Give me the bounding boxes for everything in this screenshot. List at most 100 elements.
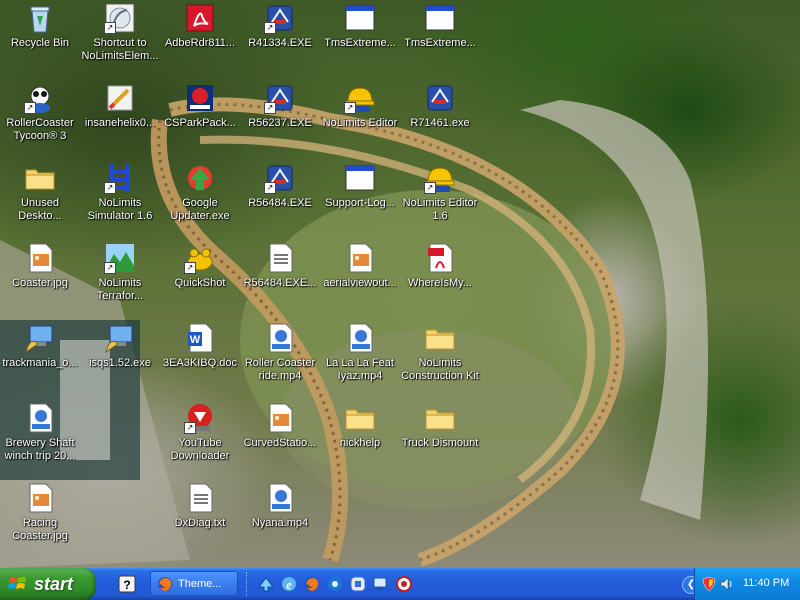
shortcut-window-icon: ↗ bbox=[104, 2, 136, 34]
desktop-icon[interactable]: DxDiag.txt bbox=[160, 480, 240, 558]
desktop-icon[interactable]: ↗ QuickShot bbox=[160, 240, 240, 318]
window-app-icon bbox=[344, 162, 376, 194]
taskbar-task-label: Theme... bbox=[178, 577, 222, 590]
exe-app-icon: ↗ bbox=[264, 2, 296, 34]
desktop-icon-label: CurvedStatio... bbox=[243, 437, 317, 449]
desktop-icon[interactable]: Roller Coaster ride.mp4 bbox=[240, 320, 320, 398]
desktop-icon[interactable]: ↗ NoLimits Simulator 1.6 bbox=[80, 160, 160, 238]
desktop-icon[interactable]: NoLimits Construction Kit bbox=[400, 320, 480, 398]
desktop-icon[interactable]: trackmania_o... bbox=[0, 320, 80, 398]
desktop-icon[interactable]: Unused Deskto... bbox=[0, 160, 80, 238]
desktop-icon[interactable]: ↗ NoLimits Editor bbox=[320, 80, 400, 158]
desktop-icon-label: R56237.EXE bbox=[248, 117, 312, 129]
desktop-icon-label: AdbeRdr811... bbox=[164, 37, 236, 49]
desktop-icon[interactable]: Truck Dismount bbox=[400, 400, 480, 478]
desktop-icon-label: DxDiag.txt bbox=[174, 517, 226, 529]
desktop-icon[interactable]: ↗ RollerCoaster Tycoon® 3 bbox=[0, 80, 80, 158]
desktop-icon-label: RollerCoaster Tycoon® 3 bbox=[6, 117, 74, 142]
desktop-icon-label: Recycle Bin bbox=[10, 37, 70, 49]
window-app-icon bbox=[424, 2, 456, 34]
desktop-icon[interactable]: W 3EA3KIBQ.doc bbox=[160, 320, 240, 398]
folder-icon bbox=[24, 162, 56, 194]
arrow-icon[interactable] bbox=[257, 575, 275, 593]
messenger-icon[interactable] bbox=[326, 575, 344, 593]
folder-icon bbox=[424, 322, 456, 354]
taskbar-divider bbox=[246, 572, 251, 596]
adobe-reader-icon bbox=[184, 2, 216, 34]
installer-box-icon bbox=[184, 82, 216, 114]
desktop-icon-label: Racing Coaster.jpg bbox=[12, 517, 68, 542]
desktop-icon-label: NoLimits Editor bbox=[322, 117, 398, 129]
shortcut-arrow-icon: ↗ bbox=[104, 182, 116, 194]
text-file-icon bbox=[184, 482, 216, 514]
mpc-video-icon bbox=[344, 322, 376, 354]
desktop-icon-label: Nyana.mp4 bbox=[251, 517, 309, 529]
desktop-icon[interactable]: Google Updater.exe bbox=[160, 160, 240, 238]
shortcut-arrow-icon: ↗ bbox=[184, 262, 196, 274]
hardhat-editor-icon: ↗ bbox=[424, 162, 456, 194]
shortcut-arrow-icon: ↗ bbox=[344, 102, 356, 114]
desktop-icon[interactable]: TmsExtreme... bbox=[400, 0, 480, 78]
desktop-icon[interactable]: ↗ Shortcut to NoLimitsElem... bbox=[80, 0, 160, 78]
desktop-icon[interactable]: Recycle Bin bbox=[0, 0, 80, 78]
window-app-icon bbox=[344, 2, 376, 34]
desktop-icon[interactable]: R71461.exe bbox=[400, 80, 480, 158]
firefox-icon[interactable] bbox=[303, 575, 321, 593]
desktop-icon[interactable]: La La La Feat Iyaz.mp4 bbox=[320, 320, 400, 398]
desktop-icon[interactable]: Racing Coaster.jpg bbox=[0, 480, 80, 558]
desktop-icon[interactable]: ↗ YouTube Downloader bbox=[160, 400, 240, 478]
pdf-file-icon bbox=[424, 242, 456, 274]
volume-icon[interactable] bbox=[719, 576, 735, 592]
terrain-icon: ↗ bbox=[104, 242, 136, 274]
desktop-icon[interactable]: CurvedStatio... bbox=[240, 400, 320, 478]
desktop-icon[interactable]: ↗ R56237.EXE bbox=[240, 80, 320, 158]
desktop-icon[interactable]: aerialviewout... bbox=[320, 240, 400, 318]
desktop-icon[interactable]: ↗ R56484.EXE bbox=[240, 160, 320, 238]
frog-icon: ↗ bbox=[184, 242, 216, 274]
shortcut-arrow-icon: ↗ bbox=[104, 22, 116, 34]
mpc-video-icon bbox=[264, 482, 296, 514]
network-icon[interactable] bbox=[372, 575, 390, 593]
image-file-icon bbox=[264, 402, 296, 434]
desktop-icon[interactable]: isqs1.52.exe bbox=[80, 320, 160, 398]
desktop-icon[interactable]: ↗ NoLimits Editor 1.6 bbox=[400, 160, 480, 238]
desktop-icon[interactable]: WhereIsMy... bbox=[400, 240, 480, 318]
youtube-downloader-icon: ↗ bbox=[184, 402, 216, 434]
google-updater-icon bbox=[184, 162, 216, 194]
help-icon[interactable]: ? bbox=[118, 575, 136, 593]
taskbar-task-firefox[interactable]: Theme... bbox=[150, 571, 238, 596]
desktop-icon[interactable]: Nyana.mp4 bbox=[240, 480, 320, 558]
desktop-icon-label: YouTube Downloader bbox=[170, 437, 230, 462]
shield-icon[interactable] bbox=[701, 576, 717, 592]
desktop-icon[interactable]: nickhelp bbox=[320, 400, 400, 478]
desktop-icon[interactable]: Coaster.jpg bbox=[0, 240, 80, 318]
desktop-icon[interactable]: Support-Log... bbox=[320, 160, 400, 238]
app-icon[interactable] bbox=[395, 575, 413, 593]
desktop-icon-label: R71461.exe bbox=[410, 117, 470, 129]
hardhat-editor-icon: ↗ bbox=[344, 82, 376, 114]
desktop-icon[interactable]: insanehelix0... bbox=[80, 80, 160, 158]
skype-icon[interactable] bbox=[349, 575, 367, 593]
setup-computer-icon bbox=[104, 322, 136, 354]
clock: 11:40 PM bbox=[743, 577, 790, 589]
desktop-icon[interactable]: R56484.EXE... bbox=[240, 240, 320, 318]
desktop-icon[interactable]: TmsExtreme... bbox=[320, 0, 400, 78]
desktop-icon-label: aerialviewout... bbox=[323, 277, 397, 289]
exe-app-icon: ↗ bbox=[264, 82, 296, 114]
desktop-icon[interactable]: ↗ R41334.EXE bbox=[240, 0, 320, 78]
desktop-icon[interactable]: CSParkPack... bbox=[160, 80, 240, 158]
svg-text:e: e bbox=[286, 577, 292, 592]
desktop-icon[interactable]: AdbeRdr811... bbox=[160, 0, 240, 78]
desktop-icon[interactable]: Brewery Shaft winch trip 20... bbox=[0, 400, 80, 478]
desktop-icon-label: WhereIsMy... bbox=[408, 277, 472, 289]
ie-icon[interactable]: e bbox=[280, 575, 298, 593]
shortcut-arrow-icon: ↗ bbox=[184, 422, 196, 434]
desktop-icon-label: Roller Coaster ride.mp4 bbox=[244, 357, 316, 382]
start-button[interactable]: start bbox=[0, 568, 96, 600]
desktop-icon-label: 3EA3KIBQ.doc bbox=[163, 357, 237, 369]
exe-app-icon: ↗ bbox=[264, 162, 296, 194]
desktop-icon[interactable]: ↗ NoLimits Terrafor... bbox=[80, 240, 160, 318]
desktop-icon-label: CSParkPack... bbox=[164, 117, 236, 129]
word-doc-icon: W bbox=[184, 322, 216, 354]
desktop-icon-label: Shortcut to NoLimitsElem... bbox=[81, 37, 159, 62]
